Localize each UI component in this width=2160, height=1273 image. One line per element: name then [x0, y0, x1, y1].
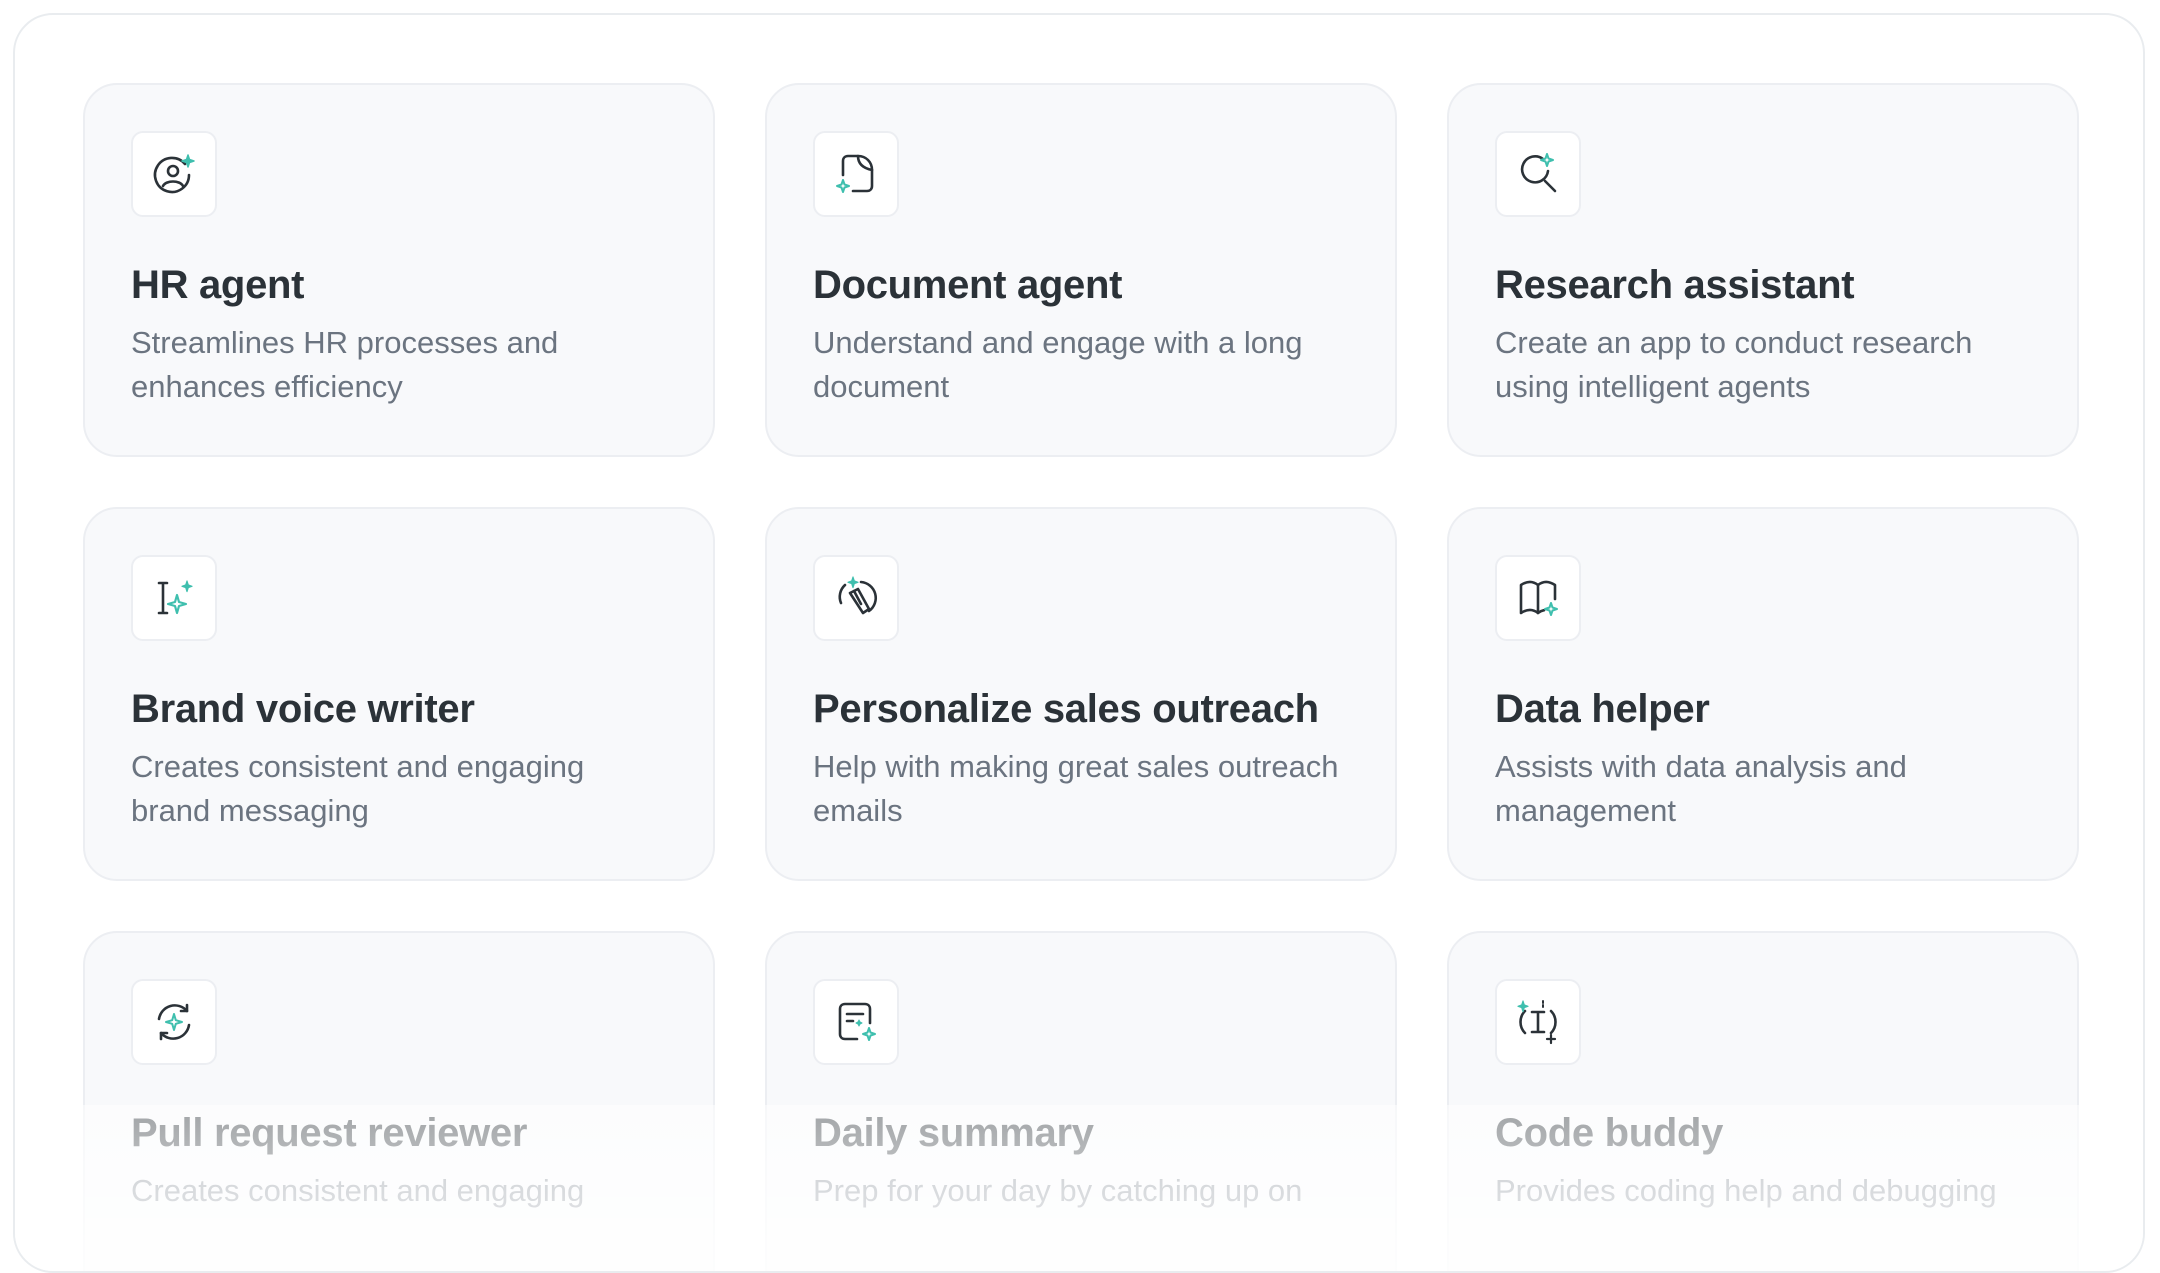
template-card-code-buddy[interactable]: Code buddy Provides coding help and debu…: [1447, 931, 2079, 1271]
template-title: Brand voice writer: [131, 687, 475, 731]
template-description: Streamlines HR processes and enhances ef…: [131, 325, 559, 404]
template-description: Help with making great sales outreach em…: [813, 749, 1339, 828]
template-title: Data helper: [1495, 687, 1710, 731]
document-sparkle-icon: [813, 131, 899, 217]
template-title: HR agent: [131, 263, 305, 307]
refresh-sparkle-icon: [131, 979, 217, 1065]
template-description: Prep for your day by catching up on: [813, 1173, 1303, 1208]
note-sparkle-icon: [813, 979, 899, 1065]
text-cursor-sparkle-icon: [131, 555, 217, 641]
template-grid: HR agent Streamlines HR processes and en…: [83, 83, 2079, 1271]
template-title: Document agent: [813, 263, 1123, 307]
template-description: Creates consistent and engaging brand me…: [131, 749, 585, 828]
book-sparkle-icon: [1495, 555, 1581, 641]
template-card-research-assistant[interactable]: Research assistant Create an app to cond…: [1447, 83, 2079, 457]
templates-panel: HR agent Streamlines HR processes and en…: [13, 13, 2145, 1273]
template-title: Code buddy: [1495, 1111, 1724, 1155]
template-card-document-agent[interactable]: Document agent Understand and engage wit…: [765, 83, 1397, 457]
code-sparkle-icon: [1495, 979, 1581, 1065]
template-description: Assists with data analysis and managemen…: [1495, 749, 1907, 828]
template-card-data-helper[interactable]: Data helper Assists with data analysis a…: [1447, 507, 2079, 881]
template-card-hr-agent[interactable]: HR agent Streamlines HR processes and en…: [83, 83, 715, 457]
template-title: Daily summary: [813, 1111, 1094, 1155]
template-card-daily-summary[interactable]: Daily summary Prep for your day by catch…: [765, 931, 1397, 1271]
template-card-personalize-sales-outreach[interactable]: Personalize sales outreach Help with mak…: [765, 507, 1397, 881]
template-title: Pull request reviewer: [131, 1111, 528, 1155]
template-title: Personalize sales outreach: [813, 687, 1319, 731]
search-sparkle-icon: [1495, 131, 1581, 217]
template-description: Creates consistent and engaging: [131, 1173, 585, 1208]
template-description: Understand and engage with a long docume…: [813, 325, 1303, 404]
user-circle-sparkle-icon: [131, 131, 217, 217]
template-card-pull-request-reviewer[interactable]: Pull request reviewer Creates consistent…: [83, 931, 715, 1271]
template-description: Create an app to conduct research using …: [1495, 325, 1973, 404]
template-card-brand-voice-writer[interactable]: Brand voice writer Creates consistent an…: [83, 507, 715, 881]
pen-sparkle-icon: [813, 555, 899, 641]
template-description: Provides coding help and debugging: [1495, 1173, 1997, 1208]
template-title: Research assistant: [1495, 263, 1855, 307]
